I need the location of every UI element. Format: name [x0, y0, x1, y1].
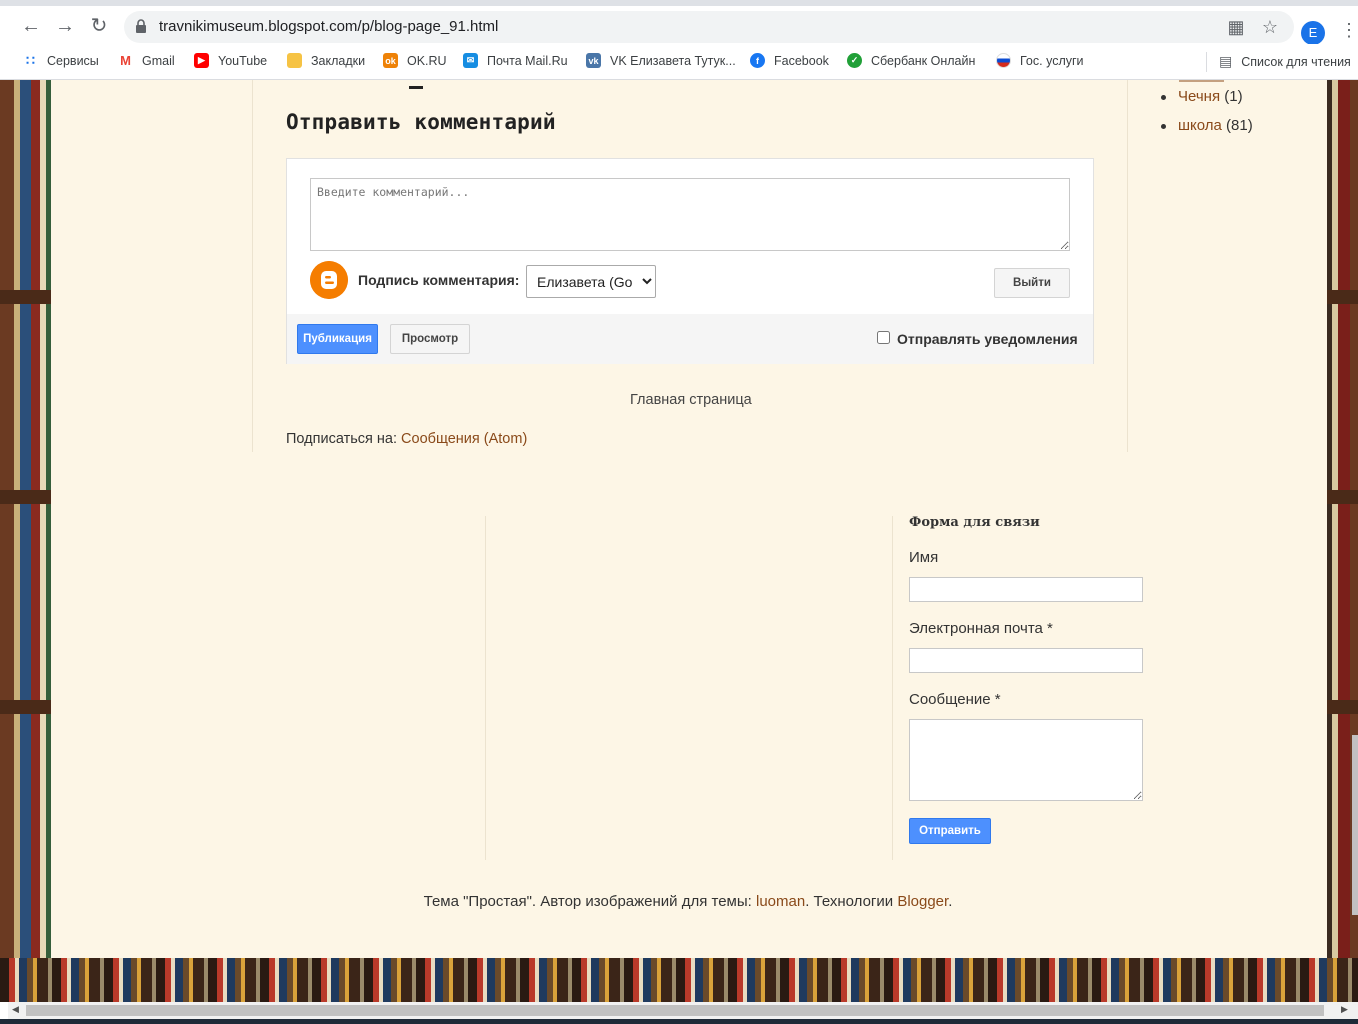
odnoklassniki-icon: ok [383, 53, 398, 68]
bookmark-folder-zakladki[interactable]: Закладки [287, 53, 365, 68]
bookmark-vk[interactable]: vk VK Елизавета Тутук... [586, 53, 736, 68]
main-column: Отправить комментарий Подпись комментари… [252, 80, 1128, 452]
horizontal-scrollbar[interactable]: ◀ ▶ [8, 1002, 1358, 1019]
reading-list-button[interactable]: ▤ Список для чтения [1219, 53, 1351, 70]
name-field-label: Имя [909, 549, 939, 566]
url-text: travnikimuseum.blogspot.com/p/blog-page_… [159, 18, 499, 35]
comment-form: Подпись комментария: Елизавета (Google) … [286, 158, 1094, 364]
bookmarks-separator [1206, 52, 1207, 72]
contact-email-input[interactable] [909, 648, 1143, 673]
forward-arrow-icon[interactable]: → [51, 12, 79, 40]
contact-message-input[interactable] [909, 719, 1143, 801]
sidebar-labels-list: Чечня (1) школа (81) [1161, 88, 1253, 146]
notify-checkbox[interactable] [877, 331, 890, 344]
reading-list-icon: ▤ [1219, 53, 1233, 69]
sidebar-label-item: школа (81) [1161, 117, 1253, 146]
email-field-label: Электронная почта * [909, 620, 1053, 637]
footer-blogger-link[interactable]: Blogger [897, 893, 948, 910]
label-link-chechnya[interactable]: Чечня [1178, 88, 1220, 105]
horizontal-scrollbar-thumb[interactable] [26, 1005, 1324, 1016]
signout-button[interactable]: Выйти [994, 268, 1070, 298]
gmail-icon: M [120, 53, 131, 68]
subscribe-line: Подписаться на: Сообщения (Atom) [286, 431, 527, 447]
subscribe-label: Подписаться на: [286, 431, 398, 447]
footer-text: . Технологии [805, 893, 898, 910]
address-bar[interactable]: travnikimuseum.blogspot.com/p/blog-page_… [124, 11, 1294, 43]
page-footer: Тема "Простая". Автор изображений для те… [0, 893, 1358, 910]
label-count: (1) [1224, 88, 1243, 105]
lock-icon [136, 19, 146, 33]
browser-toolbar: ← → ↻ travnikimuseum.blogspot.com/p/blog… [0, 0, 1358, 45]
vertical-scrollbar-thumb[interactable] [1352, 735, 1358, 915]
qr-code-icon[interactable]: ▦ [1226, 17, 1246, 37]
kebab-menu-icon[interactable]: ⋮ [1340, 20, 1358, 41]
sberbank-icon: ✓ [847, 53, 862, 68]
bookmark-sberbank[interactable]: ✓ Сбербанк Онлайн [847, 53, 975, 68]
bookmark-okru[interactable]: ok OK.RU [383, 53, 447, 68]
sidebar-label-item: Чечня (1) [1161, 88, 1253, 117]
publish-button[interactable]: Публикация [297, 324, 378, 354]
home-page-link[interactable]: Главная страница [630, 392, 752, 408]
bookmark-mailru[interactable]: ✉ Почта Mail.Ru [463, 53, 568, 68]
russian-flag-icon [996, 53, 1011, 68]
contact-name-input[interactable] [909, 577, 1143, 602]
message-field-label: Сообщение * [909, 691, 1001, 708]
comment-actions-bar: Публикация Просмотр Отправлять уведомлен… [287, 314, 1093, 364]
identity-select[interactable]: Елизавета (Google) [526, 265, 656, 298]
contact-form-title: Форма для связи [909, 515, 1040, 530]
comment-signature-label: Подпись комментария: [358, 272, 520, 288]
bookshelf-decoration [0, 958, 1358, 1002]
apps-grid-icon: ∷ [26, 52, 35, 68]
footer-text: . [948, 893, 953, 910]
vk-icon: vk [586, 53, 601, 68]
footer-column-divider [892, 516, 893, 860]
page-viewport: Отправить комментарий Подпись комментари… [0, 80, 1358, 1002]
bookmark-gosuslugi[interactable]: Гос. услуги [996, 53, 1084, 68]
comment-input[interactable] [310, 178, 1070, 251]
post-text-fragment [409, 80, 423, 89]
os-taskbar [0, 1019, 1358, 1024]
scroll-left-arrow-icon[interactable]: ◀ [12, 1004, 19, 1015]
facebook-icon: f [750, 53, 765, 68]
notify-label: Отправлять уведомления [897, 331, 1078, 347]
star-bookmark-icon[interactable]: ☆ [1260, 17, 1280, 37]
back-arrow-icon[interactable]: ← [17, 12, 45, 40]
bookmark-services[interactable]: ∷ Сервисы [23, 52, 99, 68]
atom-feed-link[interactable]: Сообщения (Atom) [401, 431, 527, 447]
preview-button[interactable]: Просмотр [390, 324, 470, 354]
contact-submit-button[interactable]: Отправить [909, 818, 991, 844]
bookmark-youtube[interactable]: ▶ YouTube [194, 53, 267, 68]
label-link-school[interactable]: школа [1178, 117, 1222, 134]
reload-icon[interactable]: ↻ [85, 12, 113, 40]
label-count: (81) [1226, 117, 1253, 134]
footer-column-divider [485, 516, 486, 860]
sidebar-label-partial: ——— [1179, 80, 1224, 82]
footer-text: Тема "Простая". Автор изображений для те… [423, 893, 756, 910]
profile-avatar[interactable]: E [1301, 21, 1325, 45]
comment-form-heading: Отправить комментарий [286, 110, 556, 134]
bookmark-facebook[interactable]: f Facebook [750, 53, 829, 68]
footer-author-link[interactable]: luoman [756, 893, 805, 910]
scroll-right-arrow-icon[interactable]: ▶ [1341, 1004, 1348, 1015]
bookmarks-bar: ∷ Сервисы M Gmail ▶ YouTube Закладки ok … [0, 44, 1358, 80]
mail-icon: ✉ [463, 53, 478, 68]
bookmark-gmail[interactable]: M Gmail [118, 53, 175, 68]
folder-icon [287, 53, 302, 68]
youtube-icon: ▶ [194, 53, 209, 68]
blogger-logo-icon [310, 261, 348, 299]
